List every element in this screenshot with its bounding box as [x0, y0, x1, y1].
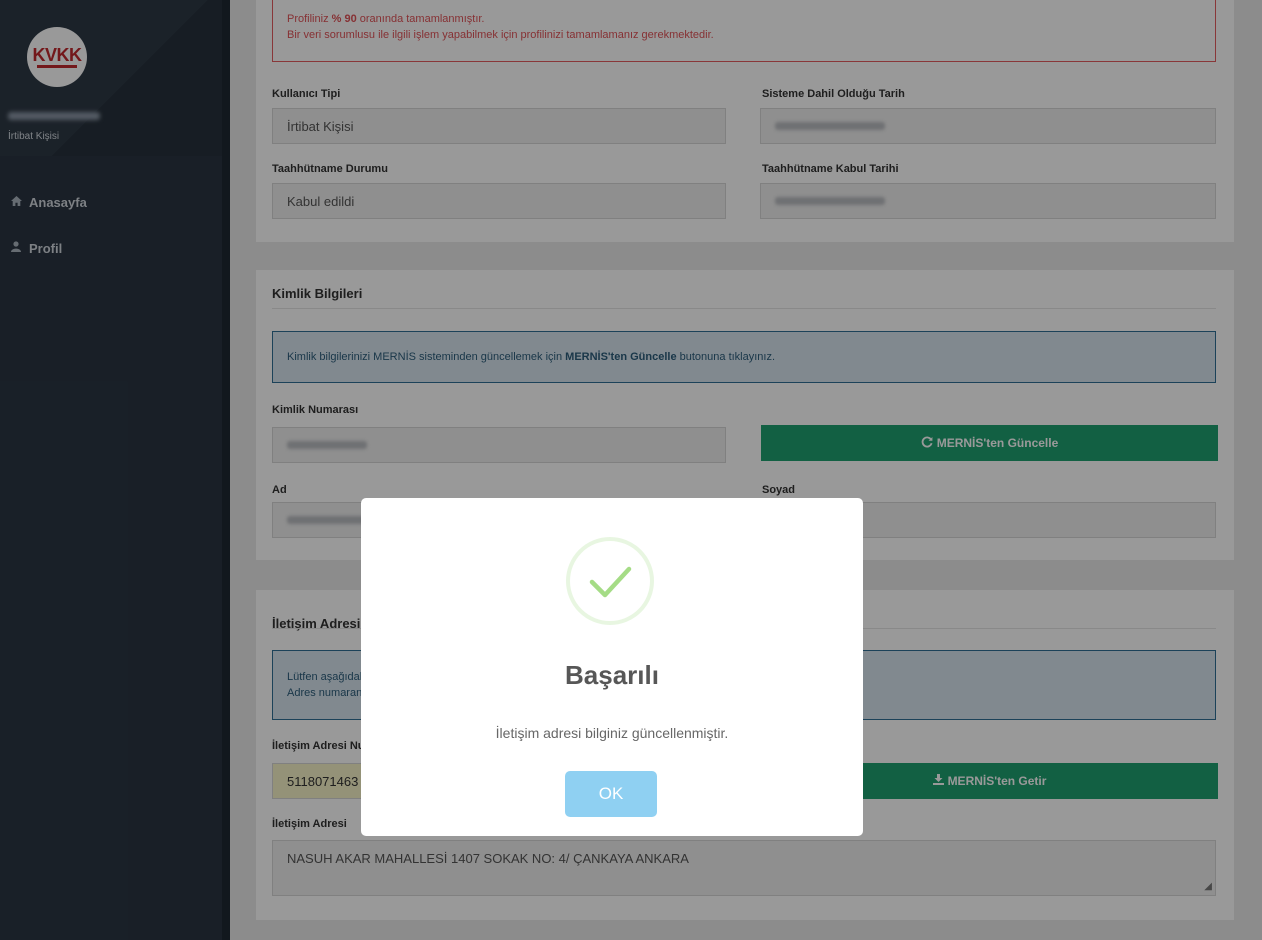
success-dialog: Başarılı İletişim adresi bilginiz güncel… — [361, 498, 863, 836]
ok-button[interactable]: OK — [565, 771, 657, 817]
dialog-message: İletişim adresi bilginiz güncellenmiştir… — [495, 725, 729, 741]
success-check-icon — [566, 537, 654, 625]
dialog-title: Başarılı — [565, 660, 659, 690]
